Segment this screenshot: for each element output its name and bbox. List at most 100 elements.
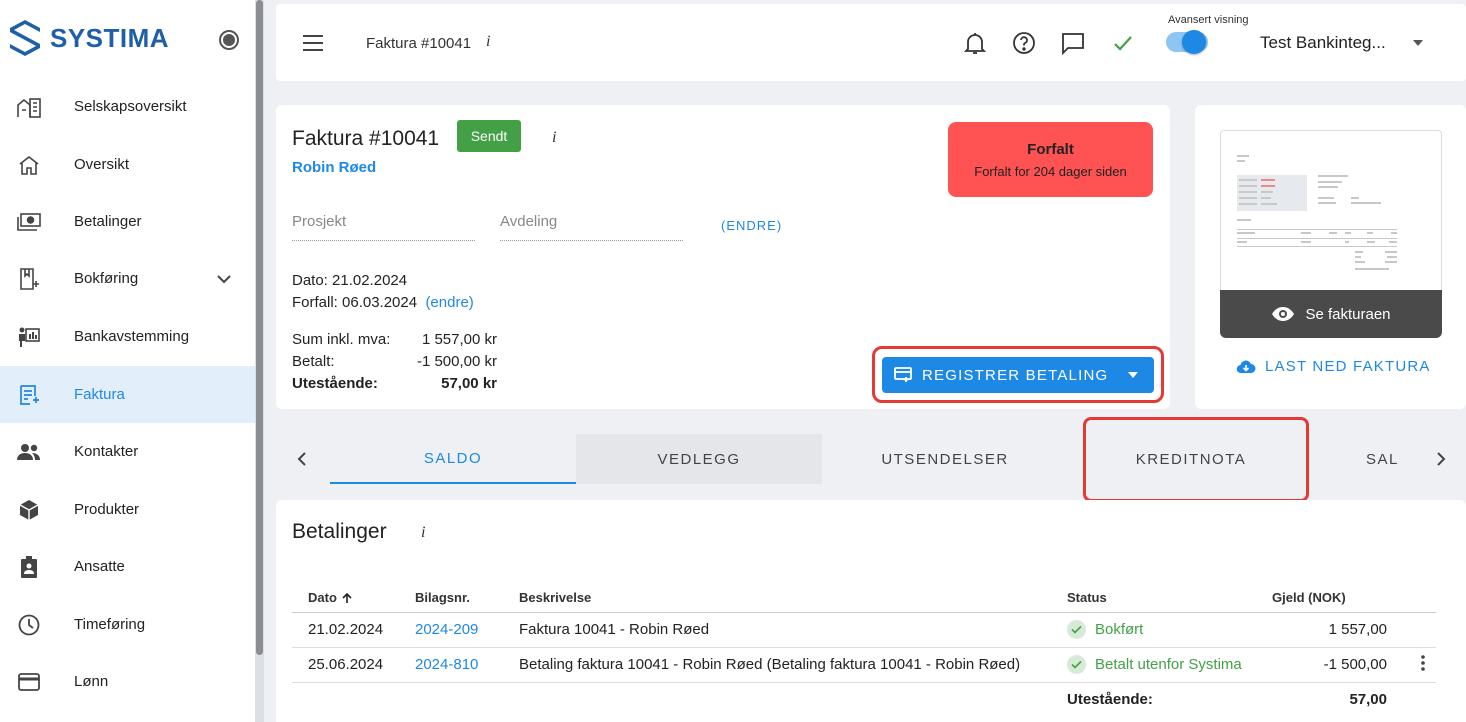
sidebar-item-label: Produkter	[74, 501, 140, 518]
overdue-title: Forfalt	[1027, 141, 1074, 158]
chevron-right-icon[interactable]	[1435, 451, 1447, 467]
bell-icon[interactable]	[962, 30, 988, 56]
menu-icon[interactable]	[303, 35, 323, 51]
check-icon[interactable]	[1110, 30, 1136, 56]
project-field[interactable]: Prosjekt	[292, 213, 475, 241]
sidebar-item-ansatte[interactable]: Ansatte	[0, 538, 255, 595]
systima-logo-icon	[10, 20, 40, 56]
breadcrumb-title: Faktura #10041	[366, 35, 472, 52]
footer-value: 57,00	[1349, 691, 1387, 709]
tab-utsendelser[interactable]: UTSENDELSER	[822, 434, 1068, 484]
sidebar-item-label: Selskapsoversikt	[74, 98, 187, 115]
box-icon	[17, 498, 41, 522]
caret-down-icon[interactable]	[1128, 372, 1138, 378]
invoice-totals: Sum inkl. mva: 1 557,00 kr Betalt: -1 500,…	[292, 329, 497, 395]
tab-vedlegg[interactable]: VEDLEGG	[576, 434, 822, 484]
view-invoice-button[interactable]: Se fakturaen	[1220, 290, 1442, 338]
sum-label: Sum inkl. mva:	[292, 331, 391, 348]
info-icon[interactable]: i	[552, 129, 556, 147]
systima-logo[interactable]: SYSTIMA	[8, 18, 169, 58]
register-payment-highlight: REGISTRER BETALING	[872, 346, 1164, 403]
sidebar-item-kontakter[interactable]: Kontakter	[0, 423, 255, 480]
paid-label: Betalt:	[292, 353, 335, 370]
check-circle-icon	[1067, 620, 1086, 639]
invoice-dates: Dato: 21.02.2024 Forfall: 06.03.2024 (en…	[292, 270, 474, 314]
chevron-left-icon[interactable]	[296, 451, 308, 467]
change-due-date-link[interactable]: (endre)	[425, 294, 473, 311]
sidebar-item-timeforing[interactable]: Timeføring	[0, 596, 255, 653]
download-invoice-link[interactable]: LAST NED FAKTURA	[1236, 358, 1431, 375]
sidebar-item-label: Kontakter	[74, 443, 139, 460]
view-invoice-label: Se fakturaen	[1305, 305, 1391, 323]
column-date[interactable]: Dato	[292, 584, 399, 613]
row-amount: 1 557,00	[1256, 612, 1393, 648]
row-actions	[1393, 612, 1436, 648]
table-footer-row: Utestående: 57,00	[292, 682, 1436, 717]
bank-reconcile-icon	[17, 325, 41, 349]
card-icon	[17, 670, 41, 694]
info-icon[interactable]: i	[421, 524, 425, 542]
column-debt[interactable]: Gjeld (NOK)	[1256, 584, 1393, 613]
row-voucher-link[interactable]: 2024-810	[399, 647, 503, 683]
tab-sal[interactable]: SAL	[1366, 434, 1426, 484]
sidebar-item-label: Bankavstemming	[74, 328, 190, 345]
sidebar-item-faktura[interactable]: Faktura	[0, 366, 255, 423]
badge-icon	[17, 555, 41, 579]
sidebar-item-label: Bokføring	[74, 270, 139, 287]
check-circle-icon	[1067, 655, 1086, 674]
info-icon[interactable]: i	[486, 33, 490, 51]
customer-link[interactable]: Robin Røed	[292, 159, 376, 176]
sidebar-item-label: Ansatte	[74, 558, 125, 575]
arrow-up-icon	[341, 593, 352, 604]
more-vert-icon[interactable]	[1393, 647, 1436, 683]
chat-icon[interactable]	[1060, 30, 1086, 56]
sidebar-item-label: Betalinger	[74, 213, 142, 230]
invoice-title: Faktura #10041	[292, 127, 440, 150]
buildings-icon	[17, 95, 41, 119]
sidebar-item-bokforing[interactable]: Bokføring	[0, 250, 255, 307]
sidebar-item-betalinger[interactable]: Betalinger	[0, 193, 255, 250]
overdue-alert: Forfalt Forfalt for 204 dager siden	[948, 122, 1153, 197]
kreditnota-highlight	[1083, 417, 1309, 502]
row-date: 25.06.2024	[292, 647, 399, 683]
register-payment-label: REGISTRER BETALING	[922, 367, 1109, 384]
sidebar-item-lonn[interactable]: Lønn	[0, 653, 255, 710]
scrollbar-thumb[interactable]	[256, 0, 263, 655]
column-voucher[interactable]: Bilagsnr.	[399, 584, 503, 613]
table-row[interactable]: 25.06.2024 2024-810 Betaling faktura 100…	[292, 647, 1436, 683]
table-row[interactable]: 21.02.2024 2024-209 Faktura 10041 - Robi…	[292, 612, 1436, 648]
advanced-view-label: Avansert visning	[1168, 14, 1249, 26]
advanced-view-toggle[interactable]	[1166, 30, 1208, 54]
department-field[interactable]: Avdeling	[500, 213, 683, 241]
status-indicator-icon[interactable]	[219, 30, 239, 50]
register-payment-button[interactable]: REGISTRER BETALING	[882, 357, 1154, 393]
status-text: Betalt utenfor Systima	[1095, 656, 1242, 673]
sidebar-item-label: Timeføring	[74, 616, 146, 633]
invoice-thumbnail[interactable]	[1220, 130, 1442, 290]
home-icon	[17, 153, 41, 177]
company-selector[interactable]: Test Bankinteg...	[1260, 33, 1386, 53]
sidebar-scrollbar[interactable]	[255, 0, 264, 722]
row-voucher-link[interactable]: 2024-209	[399, 612, 503, 648]
eye-icon	[1272, 307, 1295, 321]
column-status[interactable]: Status	[1051, 584, 1256, 613]
sidebar-item-produkter[interactable]: Produkter	[0, 481, 255, 538]
overdue-text: Forfalt for 204 dager siden	[974, 164, 1127, 179]
change-dimensions-button[interactable]: (ENDRE)	[721, 218, 782, 233]
people-icon	[17, 440, 41, 464]
invoice-summary-card: Faktura #10041 Sendt i Robin Røed Prosje…	[276, 105, 1170, 409]
row-status: Betalt utenfor Systima	[1051, 647, 1256, 683]
table-header-row: Dato Bilagsnr. Beskrivelse Status Gjeld …	[292, 584, 1436, 613]
status-badge: Sendt	[457, 120, 521, 152]
help-icon[interactable]	[1011, 30, 1037, 56]
chevron-down-icon[interactable]	[216, 274, 232, 284]
sidebar-item-selskapsoversikt[interactable]: Selskapsoversikt	[0, 78, 255, 135]
sidebar-item-bankavstemming[interactable]: Bankavstemming	[0, 308, 255, 365]
row-date: 21.02.2024	[292, 612, 399, 648]
column-description[interactable]: Beskrivelse	[503, 584, 1051, 613]
book-add-icon	[17, 267, 41, 291]
top-bar: Faktura #10041 i Avansert visning Test B…	[276, 4, 1466, 81]
caret-down-icon[interactable]	[1413, 40, 1423, 46]
sidebar-item-oversikt[interactable]: Oversikt	[0, 136, 255, 193]
tab-saldo[interactable]: SALDO	[330, 434, 576, 484]
